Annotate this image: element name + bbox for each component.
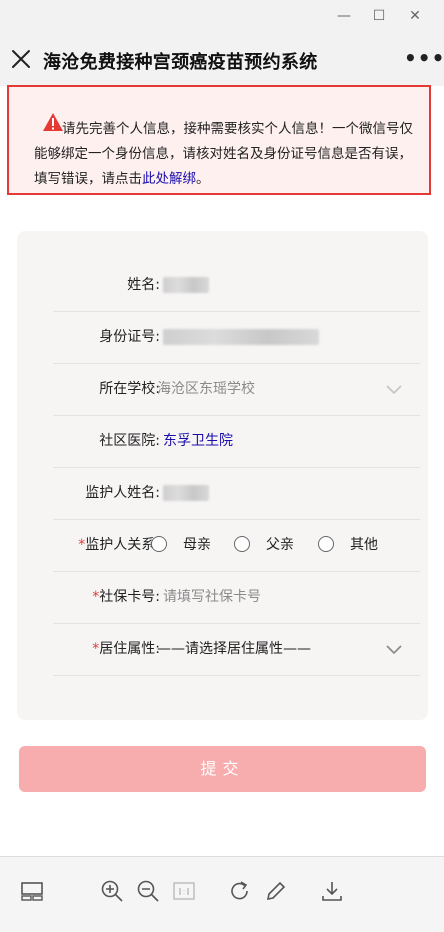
residence-label: *居住属性: bbox=[92, 623, 160, 675]
notice-message: 请先完善个人信息，接种需要核实个人信息！一个微信号仅能够绑定一个身份信息，请核对… bbox=[34, 121, 413, 187]
more-menu-button[interactable]: ••• bbox=[404, 46, 444, 70]
row-relation: *监护人关系: 母亲 父亲 其他 bbox=[53, 519, 420, 572]
notice-tail: 。 bbox=[196, 171, 210, 187]
id-value-redacted bbox=[163, 329, 319, 345]
nav-bar: 海沧免费接种宫颈癌疫苗预约系统 ••• bbox=[0, 34, 444, 86]
radio-other[interactable] bbox=[318, 536, 334, 552]
row-residence: *居住属性: ——请选择居住属性—— bbox=[53, 623, 420, 676]
residence-label-text: 居住属性: bbox=[99, 641, 160, 657]
row-hospital: 社区医院: 东孚卫生院 bbox=[53, 415, 420, 468]
submit-button[interactable]: 提交 bbox=[19, 746, 426, 792]
unbind-link[interactable]: 此处解绑 bbox=[142, 171, 196, 187]
radio-father[interactable] bbox=[234, 536, 250, 552]
hospital-label: 社区医院: bbox=[99, 433, 160, 449]
window-titlebar: — ☐ ✕ bbox=[0, 0, 444, 34]
rotate-icon[interactable] bbox=[228, 879, 252, 903]
row-name: 姓名: bbox=[53, 259, 420, 312]
name-value-redacted bbox=[163, 277, 209, 293]
row-id: 身份证号: bbox=[53, 311, 420, 364]
edit-icon[interactable] bbox=[264, 879, 288, 903]
relation-label-text: 监护人关系: bbox=[85, 537, 160, 553]
radio-mother[interactable] bbox=[151, 536, 167, 552]
school-select[interactable]: 海沧区东瑶学校 bbox=[157, 363, 255, 415]
social-card-input[interactable]: 请填写社保卡号 bbox=[163, 571, 261, 623]
relation-label: *监护人关系: bbox=[78, 519, 160, 571]
id-label: 身份证号: bbox=[99, 329, 160, 345]
zoom-in-icon[interactable] bbox=[100, 879, 124, 903]
viewer-toolbar bbox=[0, 856, 444, 932]
profile-form: 姓名: 身份证号: 所在学校: 海沧区东瑶学校 社区医院: 东孚卫生院 监护人姓… bbox=[17, 231, 428, 720]
layout-icon[interactable] bbox=[20, 879, 44, 903]
chevron-down-icon[interactable] bbox=[386, 381, 402, 397]
row-social: *社保卡号: 请填写社保卡号 bbox=[53, 571, 420, 624]
window-minimize-button[interactable]: — bbox=[334, 6, 354, 26]
download-icon[interactable] bbox=[320, 879, 344, 903]
notice-text: 请先完善个人信息，接种需要核实个人信息！一个微信号仅能够绑定一个身份信息，请核对… bbox=[34, 117, 414, 192]
zoom-out-icon[interactable] bbox=[136, 879, 160, 903]
radio-mother-label: 母亲 bbox=[183, 537, 211, 553]
row-school: 所在学校: 海沧区东瑶学校 bbox=[53, 363, 420, 416]
guardian-label: 监护人姓名: bbox=[85, 485, 160, 501]
school-label: 所在学校: bbox=[99, 381, 160, 397]
close-icon[interactable] bbox=[10, 48, 32, 70]
hospital-value: 东孚卫生院 bbox=[163, 433, 233, 449]
window-close-button[interactable]: ✕ bbox=[405, 6, 425, 26]
actual-size-icon[interactable] bbox=[172, 879, 196, 903]
social-label: *社保卡号: bbox=[92, 571, 160, 623]
window-maximize-button[interactable]: ☐ bbox=[369, 6, 389, 26]
residence-select[interactable]: ——请选择居住属性—— bbox=[157, 623, 311, 675]
guardian-value-redacted bbox=[163, 485, 209, 501]
radio-father-label: 父亲 bbox=[266, 537, 294, 553]
radio-other-label: 其他 bbox=[350, 537, 378, 553]
social-label-text: 社保卡号: bbox=[99, 589, 160, 605]
row-guardian: 监护人姓名: bbox=[53, 467, 420, 520]
chevron-down-icon[interactable] bbox=[386, 641, 402, 657]
name-label: 姓名: bbox=[127, 277, 160, 293]
page-title: 海沧免费接种宫颈癌疫苗预约系统 bbox=[43, 52, 318, 73]
